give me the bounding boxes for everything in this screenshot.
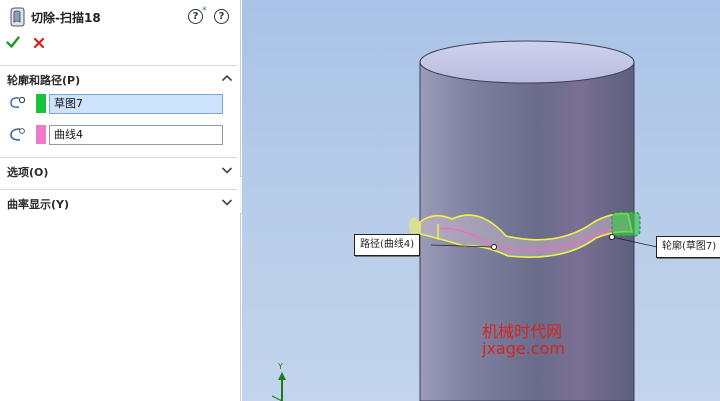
profile-color-swatch bbox=[36, 94, 46, 113]
section-divider bbox=[0, 189, 237, 190]
ok-checkmark-button[interactable] bbox=[6, 35, 20, 49]
section-header-options[interactable]: 选项(O) bbox=[0, 160, 237, 182]
profile-selection-field[interactable]: 草图7 bbox=[49, 94, 223, 114]
path-callout-label[interactable]: 路径(曲线4) bbox=[354, 234, 421, 256]
chevron-down-icon bbox=[221, 199, 233, 206]
graphics-viewport[interactable]: 路径(曲线4) 轮廓(草图7) 机械时代网 jxage.com Y bbox=[242, 0, 720, 401]
property-manager-panel: 切除-扫描18 ? * ? 轮廓和路径(P) 草图7 曲线4 选项(O) 曲率显… bbox=[0, 0, 241, 401]
coordinate-triad bbox=[271, 372, 286, 401]
section-label-curvature: 曲率显示(Y) bbox=[7, 198, 70, 211]
profile-callout-label[interactable]: 轮廓(草图7) bbox=[656, 236, 720, 258]
path-color-swatch bbox=[36, 125, 46, 144]
model-canvas bbox=[271, 40, 658, 401]
star-indicator: * bbox=[202, 6, 207, 16]
chevron-up-icon bbox=[221, 74, 233, 82]
section-header-profile-path[interactable]: 轮廓和路径(P) bbox=[0, 68, 237, 90]
path-selection-field[interactable]: 曲线4 bbox=[49, 125, 223, 145]
axis-y-label: Y bbox=[278, 362, 283, 371]
feature-title: 切除-扫描18 bbox=[31, 11, 101, 25]
section-header-curvature[interactable]: 曲率显示(Y) bbox=[0, 192, 237, 214]
section-label-options: 选项(O) bbox=[7, 166, 49, 179]
help-icon[interactable]: ? bbox=[214, 9, 229, 24]
chevron-down-icon bbox=[221, 167, 233, 174]
detailed-preview-help-icon[interactable]: ? bbox=[188, 9, 203, 24]
section-label-profile-path: 轮廓和路径(P) bbox=[7, 74, 81, 87]
section-divider bbox=[0, 157, 237, 158]
watermark-en: jxage.com bbox=[482, 339, 565, 358]
panel-title-bar: 切除-扫描18 ? * ? bbox=[0, 0, 241, 34]
cut-sweep-feature-icon bbox=[10, 7, 25, 27]
path-selection-icon bbox=[10, 128, 25, 141]
profile-selection-icon bbox=[10, 96, 26, 108]
cancel-x-button[interactable] bbox=[33, 37, 45, 49]
section-divider bbox=[0, 65, 237, 66]
